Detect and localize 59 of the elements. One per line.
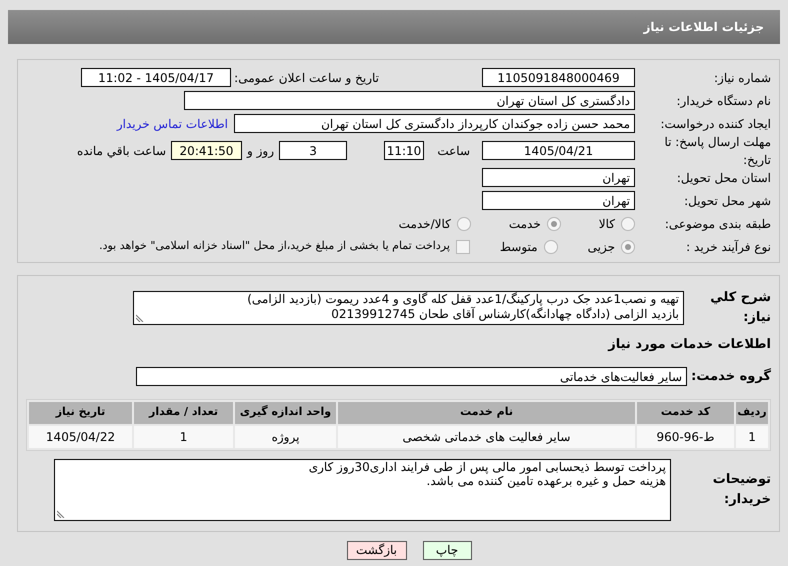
table-cell: پروژه — [235, 426, 336, 448]
column-header: تاریخ نیاز — [29, 402, 132, 424]
city-field: تهران — [482, 191, 635, 210]
buyer-notes-textarea[interactable]: پرداخت توسط ذیحسابی امور مالی پس از طی فرایند اداری30روز کاری هزینه حمل و غیره برعهده تامین کننده می باشد. — [54, 458, 671, 520]
column-header: ردیف — [736, 402, 768, 424]
radio-button[interactable] — [621, 216, 635, 230]
field-label: طبقه بندی موضوعی: — [664, 216, 771, 232]
need-number-field: 1105091848000469 — [482, 68, 635, 87]
resize-grip-icon[interactable] — [57, 510, 65, 518]
time-label: ساعت — [436, 142, 471, 160]
deadline-time-field: 11:10 — [384, 141, 424, 160]
radio-button[interactable] — [621, 240, 635, 254]
back-button[interactable]: بازگشت — [346, 540, 406, 560]
field-label: شهر محل تحویل: — [683, 192, 771, 210]
days-field: 3 — [279, 141, 347, 160]
radio-button[interactable] — [546, 216, 561, 230]
days-label: روز و — [246, 142, 275, 160]
field-label: نوع فرآیند خرید : — [685, 238, 771, 256]
field-label: شماره نیاز: — [713, 70, 771, 86]
service-group-field: سایر فعالیت‌های خدماتی — [136, 367, 687, 386]
column-header: واحد اندازه گیری — [235, 402, 336, 424]
announce-date-field: 1405/04/17 - 11:02 — [81, 68, 231, 87]
radio-label: خدمت — [508, 216, 541, 232]
field-label: ایجاد کننده درخواست: — [659, 116, 771, 132]
column-header: تعداد / مقدار — [134, 402, 233, 424]
checkbox-label: پرداخت تمام یا بخشی از مبلغ خرید،از محل "اسناد خزانه اسلامی" خواهد بود. — [99, 238, 450, 254]
field-label: توضیحات خریدار: — [712, 471, 771, 508]
remaining-time-field: 20:41:50 — [171, 141, 242, 160]
field-label: استان محل تحویل: — [676, 170, 771, 186]
resize-grip-icon[interactable] — [136, 314, 144, 322]
radio-button[interactable] — [456, 216, 471, 230]
field-label: تاریخ و ساعت اعلان عمومی: — [233, 70, 379, 86]
checkbox[interactable] — [456, 240, 470, 254]
field-label: نام دستگاه خریدار: — [676, 92, 771, 110]
table-cell: 1405/04/22 — [29, 426, 132, 448]
print-button[interactable]: چاپ — [422, 540, 472, 560]
table-cell: 1 — [134, 426, 233, 448]
buyer-contact-link[interactable]: اطلاعات تماس خریدار — [116, 114, 228, 132]
radio-label: کالا/خدمت — [398, 216, 451, 232]
table-cell: ط-96-960 — [637, 426, 734, 448]
section-heading: اطلاعات خدمات مورد نیاز — [608, 336, 771, 354]
table-cell: سایر فعالیت های خدماتی شخصی — [338, 426, 635, 448]
province-field: تهران — [482, 168, 635, 187]
field-label: گروه خدمت: — [690, 367, 771, 386]
page-title: جزئیات اطلاعات نیاز — [643, 19, 764, 36]
buyer-field: دادگستری کل استان تهران — [184, 91, 635, 110]
table-cell: 1 — [736, 426, 768, 448]
field-label: شرح کلي نیاز: — [709, 289, 771, 326]
radio-label: کالا — [598, 216, 615, 232]
creator-field: محمد حسن زاده جوکندان کارپرداز دادگستری کل استان تهران — [234, 114, 635, 133]
remaining-label: ساعت باقي مانده — [76, 142, 167, 160]
radio-label: متوسط — [500, 238, 538, 256]
deadline-date-field: 1405/04/21 — [482, 141, 635, 160]
column-header: نام خدمت — [338, 402, 635, 424]
radio-button[interactable] — [544, 240, 558, 254]
description-textarea[interactable]: تهیه و نصب1عدد جک درب پارکینگ/1عدد قفل کله گاوی و 4عدد ریموت (بازدید الزامی) بازدید الزامی (دادگاه چهادانگه)کارشناس آقای طحان 02139912745 — [133, 290, 684, 324]
field-label: مهلت ارسال پاسخ: تا تاریخ: — [663, 134, 771, 168]
column-header: کد خدمت — [637, 402, 734, 424]
radio-label: جزیی — [588, 238, 615, 256]
